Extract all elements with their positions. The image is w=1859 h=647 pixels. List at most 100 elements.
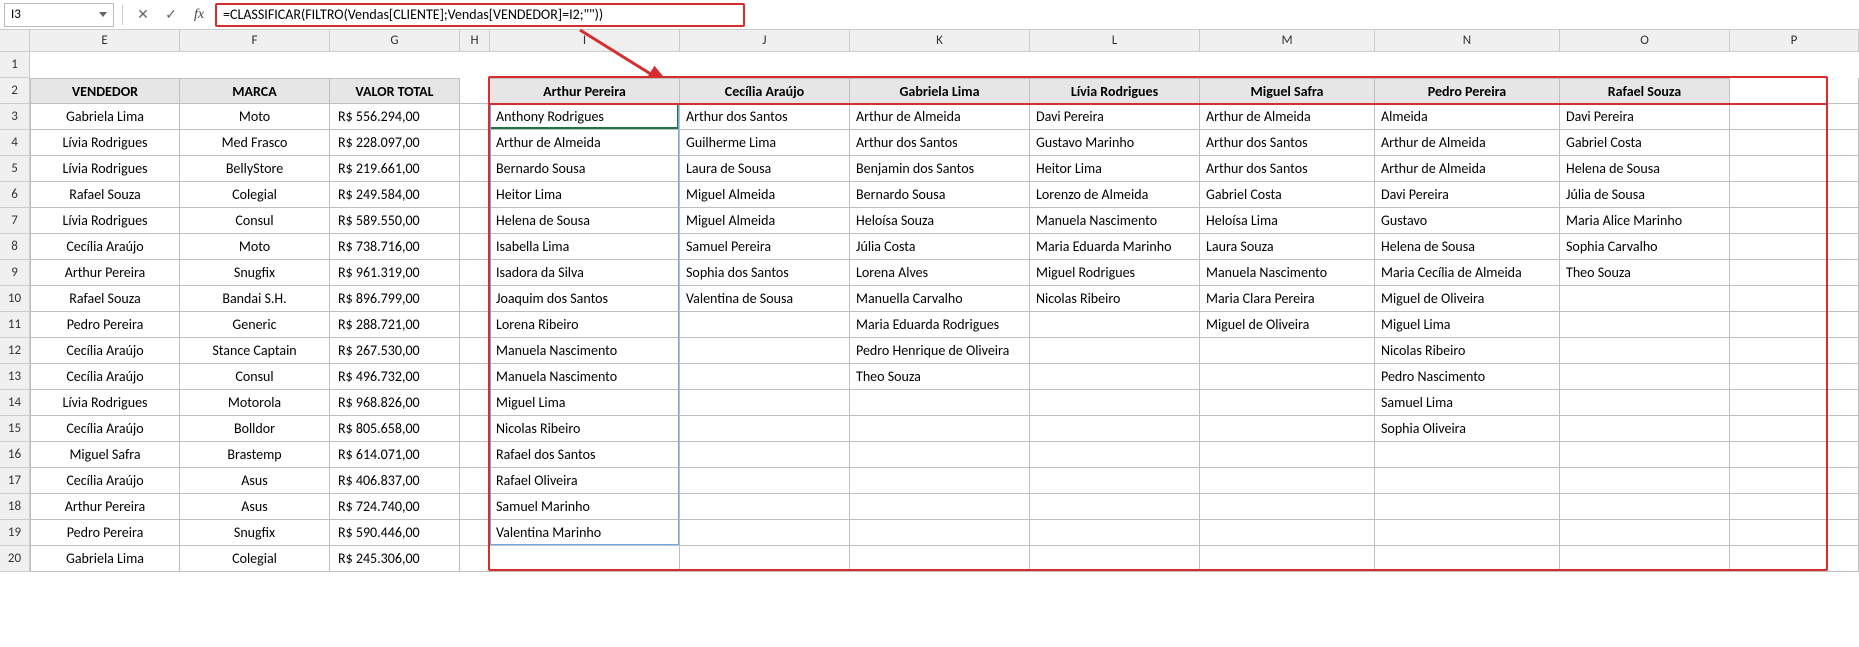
right-cell[interactable] — [1200, 390, 1375, 416]
right-cell[interactable] — [1560, 546, 1730, 572]
right-cell[interactable]: Isadora da Silva — [490, 260, 680, 286]
right-cell[interactable]: Anthony Rodrigues — [490, 104, 680, 130]
right-cell[interactable] — [850, 390, 1030, 416]
right-cell[interactable]: Davi Pereira — [1030, 104, 1200, 130]
row-header-8[interactable]: 8 — [0, 234, 30, 260]
left-cell[interactable]: Consul — [180, 208, 330, 234]
left-cell[interactable]: Colegial — [180, 182, 330, 208]
left-cell[interactable]: R$ 896.799,00 — [330, 286, 460, 312]
right-cell[interactable]: Almeida — [1375, 104, 1560, 130]
right-cell[interactable]: Helena de Sousa — [1375, 234, 1560, 260]
left-cell[interactable]: Motorola — [180, 390, 330, 416]
right-cell[interactable]: Sophia dos Santos — [680, 260, 850, 286]
right-cell[interactable] — [1375, 442, 1560, 468]
right-cell[interactable] — [680, 546, 850, 572]
cell[interactable] — [1730, 156, 1859, 182]
right-cell[interactable] — [1560, 364, 1730, 390]
cell[interactable] — [460, 494, 490, 520]
left-cell[interactable]: Gabriela Lima — [30, 546, 180, 572]
left-cell[interactable]: Rafael Souza — [30, 182, 180, 208]
cell-H1[interactable] — [460, 52, 490, 78]
left-cell[interactable]: Moto — [180, 234, 330, 260]
right-cell[interactable]: Sophia Oliveira — [1375, 416, 1560, 442]
right-header-3[interactable]: Lívia Rodrigues — [1030, 78, 1200, 104]
right-cell[interactable]: Gabriel Costa — [1200, 182, 1375, 208]
right-cell[interactable]: Valentina de Sousa — [680, 286, 850, 312]
column-header-K[interactable]: K — [850, 30, 1030, 51]
left-cell[interactable]: R$ 249.584,00 — [330, 182, 460, 208]
cell[interactable] — [460, 182, 490, 208]
cell-M1[interactable] — [1200, 52, 1375, 78]
cell[interactable] — [460, 364, 490, 390]
right-cell[interactable] — [1030, 494, 1200, 520]
right-cell[interactable] — [680, 338, 850, 364]
left-cell[interactable]: R$ 267.530,00 — [330, 338, 460, 364]
right-cell[interactable] — [1375, 494, 1560, 520]
left-cell[interactable]: R$ 589.550,00 — [330, 208, 460, 234]
right-cell[interactable] — [1030, 312, 1200, 338]
right-cell[interactable]: Nicolas Ribeiro — [1375, 338, 1560, 364]
right-cell[interactable]: Arthur dos Santos — [1200, 130, 1375, 156]
right-cell[interactable]: Davi Pereira — [1375, 182, 1560, 208]
cell[interactable] — [460, 546, 490, 572]
right-cell[interactable] — [1030, 546, 1200, 572]
right-cell[interactable]: Nicolas Ribeiro — [1030, 286, 1200, 312]
right-cell[interactable] — [850, 468, 1030, 494]
right-cell[interactable]: Theo Souza — [850, 364, 1030, 390]
right-cell[interactable]: Arthur de Almeida — [1375, 130, 1560, 156]
cell-E1[interactable] — [30, 52, 180, 78]
cell[interactable] — [1730, 546, 1859, 572]
left-cell[interactable]: Cecília Araújo — [30, 416, 180, 442]
right-cell[interactable]: Bernardo Sousa — [490, 156, 680, 182]
cell[interactable] — [460, 234, 490, 260]
right-cell[interactable]: Laura de Sousa — [680, 156, 850, 182]
left-cell[interactable]: R$ 961.319,00 — [330, 260, 460, 286]
row-header-16[interactable]: 16 — [0, 442, 30, 468]
right-cell[interactable] — [1200, 416, 1375, 442]
right-cell[interactable]: Isabella Lima — [490, 234, 680, 260]
right-cell[interactable] — [1560, 520, 1730, 546]
row-header-20[interactable]: 20 — [0, 546, 30, 572]
right-header-4[interactable]: Miguel Safra — [1200, 78, 1375, 104]
left-cell[interactable]: Miguel Safra — [30, 442, 180, 468]
right-cell[interactable] — [680, 442, 850, 468]
cell-K1[interactable] — [850, 52, 1030, 78]
row-header-17[interactable]: 17 — [0, 468, 30, 494]
right-cell[interactable]: Samuel Pereira — [680, 234, 850, 260]
cell[interactable] — [460, 104, 490, 130]
right-cell[interactable]: Pedro Henrique de Oliveira — [850, 338, 1030, 364]
cell[interactable] — [460, 520, 490, 546]
right-cell[interactable] — [680, 416, 850, 442]
cell-P2[interactable] — [1730, 78, 1859, 104]
left-cell[interactable]: Asus — [180, 468, 330, 494]
right-cell[interactable]: Helena de Sousa — [1560, 156, 1730, 182]
left-header-vendedor[interactable]: VENDEDOR — [30, 78, 180, 104]
right-cell[interactable] — [1030, 338, 1200, 364]
right-cell[interactable]: Nicolas Ribeiro — [490, 416, 680, 442]
right-cell[interactable] — [680, 312, 850, 338]
column-header-E[interactable]: E — [30, 30, 180, 51]
right-cell[interactable] — [850, 416, 1030, 442]
cell[interactable] — [460, 156, 490, 182]
left-cell[interactable]: Colegial — [180, 546, 330, 572]
left-cell[interactable]: R$ 968.826,00 — [330, 390, 460, 416]
right-cell[interactable]: Heitor Lima — [490, 182, 680, 208]
right-cell[interactable] — [1200, 338, 1375, 364]
left-cell[interactable]: R$ 614.071,00 — [330, 442, 460, 468]
left-cell[interactable]: Lívia Rodrigues — [30, 156, 180, 182]
row-header-10[interactable]: 10 — [0, 286, 30, 312]
right-cell[interactable]: Miguel Almeida — [680, 208, 850, 234]
right-cell[interactable] — [1200, 468, 1375, 494]
right-cell[interactable]: Miguel Lima — [1375, 312, 1560, 338]
cell-I1[interactable] — [490, 52, 680, 78]
right-cell[interactable] — [1200, 494, 1375, 520]
right-cell[interactable]: Maria Cecília de Almeida — [1375, 260, 1560, 286]
left-cell[interactable]: Brastemp — [180, 442, 330, 468]
cell[interactable] — [460, 260, 490, 286]
cancel-formula-button[interactable]: ✕ — [131, 3, 155, 27]
row-header-9[interactable]: 9 — [0, 260, 30, 286]
right-cell[interactable]: Joaquim dos Santos — [490, 286, 680, 312]
right-cell[interactable] — [680, 520, 850, 546]
cell[interactable] — [460, 312, 490, 338]
cell[interactable] — [1730, 468, 1859, 494]
